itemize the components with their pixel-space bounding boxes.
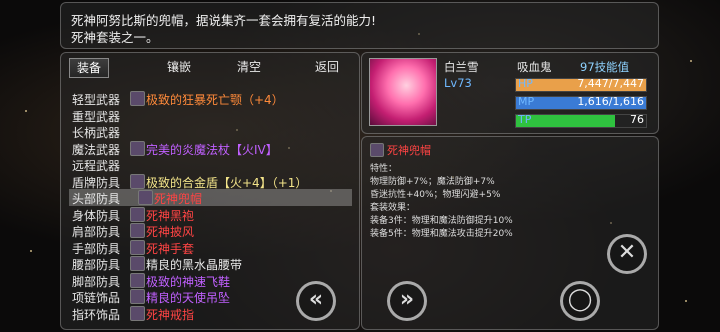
equipment-slot-row[interactable]: 头部防具 死神兜帽 (69, 189, 352, 206)
equipment-slot-row[interactable]: 腰部防具 精良的黑水晶腰带 (61, 255, 359, 272)
tab-clear[interactable]: 清空 (219, 58, 279, 76)
tab-inlay[interactable]: 镶嵌 (149, 58, 209, 76)
mp-bar: MP 1,616/1,616 (515, 95, 647, 110)
tp-bar: TP 76 (515, 113, 647, 128)
slot-item-name: 死神披风 (146, 225, 195, 239)
slot-label: 魔法武器 (72, 142, 121, 157)
equipment-slot-row[interactable]: 魔法武器 完美的炎魔法杖【火IV】 (61, 140, 359, 157)
character-level: Lv73 (444, 76, 472, 90)
belt-icon (130, 256, 145, 271)
slot-label: 长柄武器 (72, 126, 121, 140)
double-chevron-right-icon: » (399, 287, 415, 312)
tp-label: TP (518, 113, 532, 126)
hp-label: HP (518, 77, 533, 90)
mp-label: MP (518, 95, 535, 108)
slot-label: 身体防具 (72, 208, 121, 223)
character-title: 吸血鬼 (517, 60, 552, 74)
ring-icon (130, 305, 145, 321)
circle-icon: ◯ (567, 287, 593, 312)
item-description-panel: 死神阿努比斯的兜帽，据说集齐一套会拥有复活的能力! 死神套装之一。 (60, 2, 659, 49)
pendant-icon (130, 289, 145, 304)
hood-icon (370, 143, 384, 157)
slot-label: 盾牌防具 (72, 175, 121, 190)
slot-item-name: 极致的神速飞鞋 (146, 274, 231, 289)
close-button[interactable]: ✕ (607, 234, 647, 274)
slot-item-name: 极致的狂暴死亡颚（+4） (146, 93, 284, 107)
glove-icon (130, 239, 145, 255)
equipment-slot-row[interactable]: 轻型武器 极致的狂暴死亡颚（+4） (61, 90, 359, 107)
tp-value: 76 (630, 113, 644, 126)
equipment-slot-row[interactable]: 重型武器 (61, 107, 359, 124)
detail-line: 套装效果： (370, 203, 416, 213)
tab-equip[interactable]: 装备 (69, 58, 109, 78)
detail-line: 特性： (370, 164, 398, 174)
slot-label: 项链饰品 (72, 291, 121, 305)
robe-icon (130, 206, 145, 222)
slot-label: 脚部防具 (72, 274, 121, 289)
slot-label: 肩部防具 (72, 225, 121, 239)
detail-line: 装备5件：物理和魔法攻击提升20% (370, 229, 513, 239)
jaw-weapon-icon (130, 91, 145, 106)
character-panel: 白兰雪 Lv73 吸血鬼 97技能值 HP 7,447/7,447 MP 1,6… (361, 52, 659, 134)
equipment-slot-row[interactable]: 手部防具 死神手套 (61, 239, 359, 256)
slot-item-name: 精良的黑水晶腰带 (146, 258, 243, 272)
slot-item-name: 完美的炎魔法杖【火IV】 (146, 142, 278, 157)
tab-bar: 装备 镶嵌 清空 返回 (69, 58, 349, 78)
mp-value: 1,616/1,616 (577, 95, 644, 108)
slot-label: 头部防具 (72, 192, 121, 206)
staff-icon (130, 140, 145, 156)
double-chevron-left-icon: « (308, 287, 324, 312)
detail-line: 物理防御+7%；魔法防御+7% (370, 177, 495, 187)
next-button[interactable]: » (387, 281, 427, 321)
equipment-slot-row[interactable]: 肩部防具 死神披风 (61, 222, 359, 239)
slot-label: 手部防具 (72, 241, 121, 256)
description-line-2: 死神套装之一。 (71, 30, 159, 45)
equipment-slot-row[interactable]: 身体防具 死神黑袍 (61, 206, 359, 223)
slot-label: 远程武器 (72, 159, 121, 173)
slot-label: 指环饰品 (72, 307, 121, 322)
slot-item-name: 精良的天使吊坠 (146, 291, 231, 305)
character-portrait (369, 58, 437, 126)
hood-icon (138, 190, 153, 205)
slot-item-name: 死神兜帽 (154, 192, 203, 206)
hp-bar: HP 7,447/7,447 (515, 77, 647, 92)
slot-label: 轻型武器 (72, 93, 121, 107)
detail-line: 装备3件：物理和魔法防御提升10% (370, 216, 513, 226)
tab-back[interactable]: 返回 (297, 58, 357, 76)
slot-label: 腰部防具 (72, 258, 121, 272)
slot-item-name: 死神戒指 (146, 307, 195, 322)
equipment-slot-row[interactable]: 远程武器 (61, 156, 359, 173)
detail-line: 昏迷抗性+40%；物理闪避+5% (370, 190, 501, 200)
slot-item-name: 极致的合金盾【火+4】（+1） (146, 175, 308, 190)
equipment-slot-row[interactable]: 盾牌防具 极致的合金盾【火+4】（+1） (61, 173, 359, 190)
cape-icon (130, 223, 145, 238)
skill-points: 97技能值 (580, 60, 630, 74)
boots-icon (130, 272, 145, 288)
confirm-button[interactable]: ◯ (560, 281, 600, 321)
equipment-slot-row[interactable]: 长柄武器 (61, 123, 359, 140)
hp-value: 7,447/7,447 (577, 77, 644, 90)
detail-item-name: 死神兜帽 (387, 144, 431, 157)
slot-item-name: 死神手套 (146, 241, 195, 256)
prev-button[interactable]: « (296, 281, 336, 321)
slot-item-name: 死神黑袍 (146, 208, 195, 223)
close-icon: ✕ (617, 240, 637, 265)
shield-icon (130, 173, 145, 189)
slot-label: 重型武器 (72, 109, 121, 124)
character-name: 白兰雪 (444, 60, 479, 74)
